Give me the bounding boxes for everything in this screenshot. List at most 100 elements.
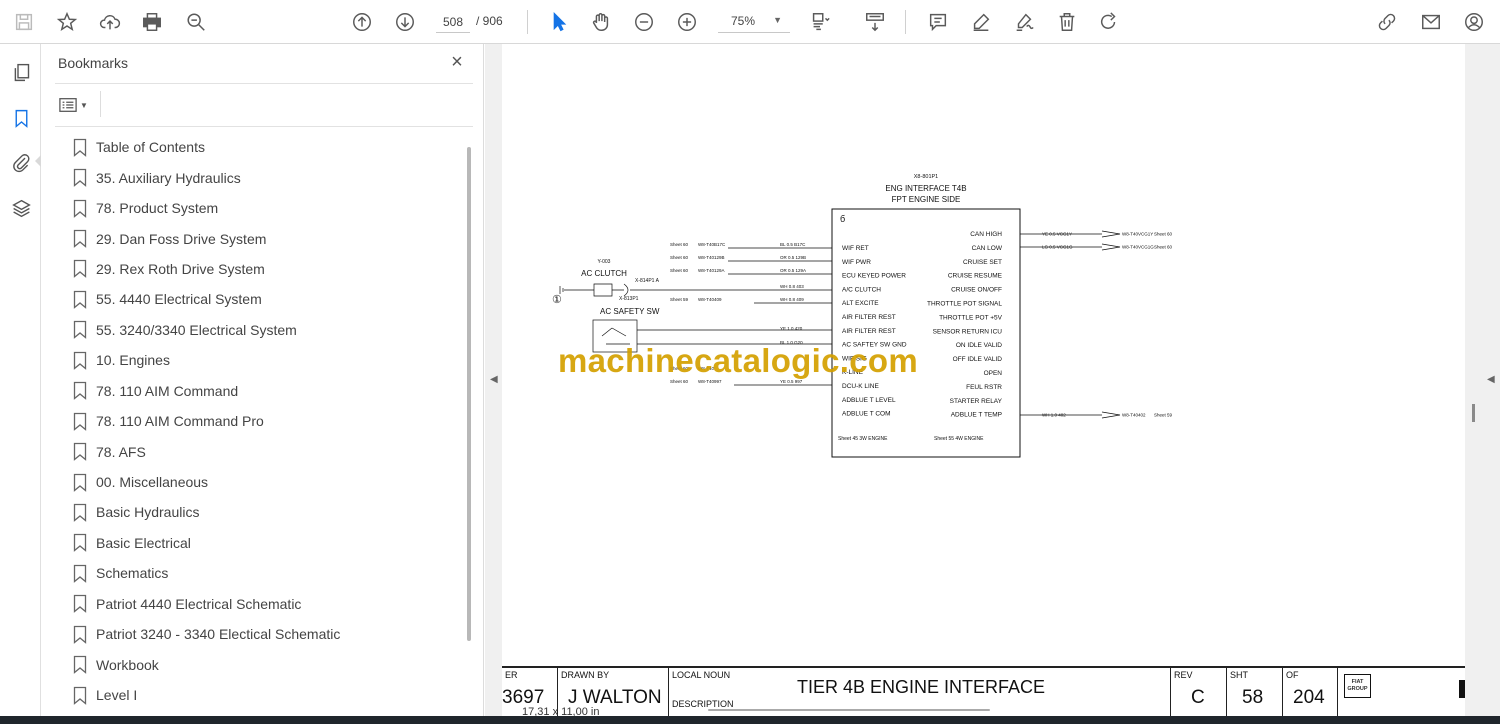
expand-right-panel-icon[interactable]: ◀ [1487, 374, 1495, 385]
zoom-out-icon[interactable] [630, 8, 658, 36]
print-icon[interactable] [138, 8, 166, 36]
previous-page-icon[interactable] [348, 8, 376, 36]
panel-scrollbar[interactable] [467, 147, 471, 641]
bookmark-icon [73, 625, 87, 644]
horizontal-scrollbar[interactable] [708, 709, 990, 711]
pin-label: ADBLUE T LEVEL [842, 397, 896, 404]
wire-target-ref: W8-T40VCG1Y [1122, 232, 1153, 237]
bookmark-label: Patriot 3240 - 3340 Electical Schematic [96, 626, 341, 643]
navigation-rail [0, 44, 42, 716]
pin-label: THROTTLE POT SIGNAL [927, 301, 1002, 308]
upload-cloud-icon[interactable] [96, 8, 124, 36]
bookmark-item[interactable]: 35. Auxiliary Hydraulics [73, 162, 463, 192]
list-options-icon [59, 98, 77, 112]
of-cell: OF 204 [1282, 668, 1337, 716]
bookmark-label: Workbook [96, 656, 159, 673]
bookmark-item[interactable]: Schematics [73, 558, 463, 588]
panel-divider [55, 83, 473, 84]
bookmark-item[interactable]: 78. Product System [73, 193, 463, 223]
pin-label: AIR FILTER REST [842, 328, 896, 335]
highlight-pen-icon[interactable] [967, 8, 995, 36]
bookmark-label: Schematics [96, 565, 169, 582]
pin-label: SENSOR RETURN ICU [933, 328, 1003, 335]
bookmark-options-button[interactable]: ▼ [59, 94, 95, 116]
document-scrollbar[interactable] [1472, 404, 1475, 422]
pin-label: CRUISE ON/OFF [951, 287, 1002, 294]
bookmark-item[interactable]: Patriot 4440 Electrical Schematic [73, 589, 463, 619]
ac-clutch-connector: X-814P1 A [635, 278, 660, 284]
chevron-down-icon: ▼ [80, 100, 88, 110]
connector-subtitle: FPT ENGINE SIDE [892, 195, 961, 204]
layers-icon[interactable] [8, 195, 34, 221]
pin-label: ALT EXCITE [842, 300, 879, 307]
next-page-icon[interactable] [391, 8, 419, 36]
bookmark-item[interactable]: 29. Dan Foss Drive System [73, 223, 463, 253]
attachments-icon[interactable] [8, 149, 34, 175]
account-icon[interactable] [1460, 8, 1488, 36]
zoom-in-icon[interactable] [673, 8, 701, 36]
zoom-level-select[interactable]: 75% ▼ [718, 11, 790, 33]
bookmark-icon [73, 564, 87, 583]
redo-icon[interactable] [1095, 8, 1123, 36]
wire-sheet-ref: Sheet 59 [670, 297, 689, 302]
bookmark-item[interactable]: 10. Engines [73, 345, 463, 375]
bookmark-label: 29. Rex Roth Drive System [96, 260, 265, 277]
email-icon[interactable] [1417, 8, 1445, 36]
bookmark-item[interactable]: Workbook [73, 649, 463, 679]
share-link-icon[interactable] [1373, 8, 1401, 36]
bookmarks-icon[interactable] [8, 105, 34, 131]
pin-label: ECU KEYED POWER [842, 273, 906, 280]
bookmark-item[interactable]: Basic Hydraulics [73, 497, 463, 527]
bookmark-icon [73, 199, 87, 218]
page-number-input[interactable] [436, 11, 470, 33]
page-thumbnails-icon[interactable] [8, 59, 34, 85]
collapse-panel-icon[interactable]: ◀ [490, 374, 498, 385]
bookmark-label: Table of Contents [96, 139, 205, 156]
description-label: DESCRIPTION [672, 699, 734, 709]
wire-sheet-ref: Sheet 60 [1154, 232, 1173, 237]
delete-trash-icon[interactable] [1053, 8, 1081, 36]
rev-cell: REV C [1170, 668, 1226, 716]
panel-divider [100, 91, 101, 117]
page-fit-icon[interactable] [806, 8, 834, 36]
bookmark-item[interactable]: 78. 110 AIM Command Pro [73, 406, 463, 436]
bookmark-label: 78. Product System [96, 200, 219, 217]
bookmark-item[interactable]: Table of Contents [73, 132, 463, 162]
star-icon[interactable] [53, 8, 81, 36]
sign-pen-icon[interactable] [1010, 8, 1038, 36]
bookmark-item[interactable]: 00. Miscellaneous [73, 467, 463, 497]
wire-code: BL 0.5 B17C [780, 242, 806, 247]
page-total: / 906 [476, 14, 503, 28]
sheet-value: 58 [1242, 687, 1264, 708]
bookmark-item[interactable]: Level I [73, 680, 463, 710]
bookmark-label: Basic Electrical [96, 534, 191, 551]
bookmark-item[interactable]: 55. 3240/3340 Electrical System [73, 315, 463, 345]
save-icon[interactable] [10, 8, 38, 36]
bookmark-icon [73, 656, 87, 675]
bookmark-item[interactable]: Basic Electrical [73, 528, 463, 558]
zoom-out-search-icon[interactable] [182, 8, 210, 36]
bookmark-item[interactable]: 78. AFS [73, 436, 463, 466]
select-pointer-icon[interactable] [545, 8, 573, 36]
wire-target-ref: W8-T40129A [698, 268, 725, 273]
pin-label: A/C CLUTCH [842, 286, 881, 293]
pin-label: ADBLUE T TEMP [951, 412, 1002, 419]
bookmark-label: 78. 110 AIM Command [96, 382, 239, 399]
bookmark-icon [73, 503, 87, 522]
bookmark-item[interactable]: Patriot 3240 - 3340 Electical Schematic [73, 619, 463, 649]
bookmark-icon [73, 442, 87, 461]
bookmark-item[interactable]: 78. 110 AIM Command [73, 376, 463, 406]
scroll-mode-icon[interactable] [861, 8, 889, 36]
bookmark-item[interactable]: 29. Rex Roth Drive System [73, 254, 463, 284]
wire-target-ref: W8-T40129B [698, 255, 725, 260]
hand-tool-icon[interactable] [587, 8, 615, 36]
bookmark-item[interactable]: 55. 4440 Electrical System [73, 284, 463, 314]
comment-icon[interactable] [924, 8, 952, 36]
pin-label: ON IDLE VALID [956, 342, 1002, 349]
drawn-by-label: DRAWN BY [561, 670, 610, 680]
bookmark-label: 78. 110 AIM Command Pro [96, 413, 264, 430]
pin-label: CRUISE SET [963, 259, 1002, 266]
bookmarks-panel: Bookmarks × ▼ Table of Contents 35. Auxil… [41, 44, 484, 716]
close-icon[interactable]: × [447, 52, 467, 73]
sheet-label: SHT [1230, 670, 1248, 680]
